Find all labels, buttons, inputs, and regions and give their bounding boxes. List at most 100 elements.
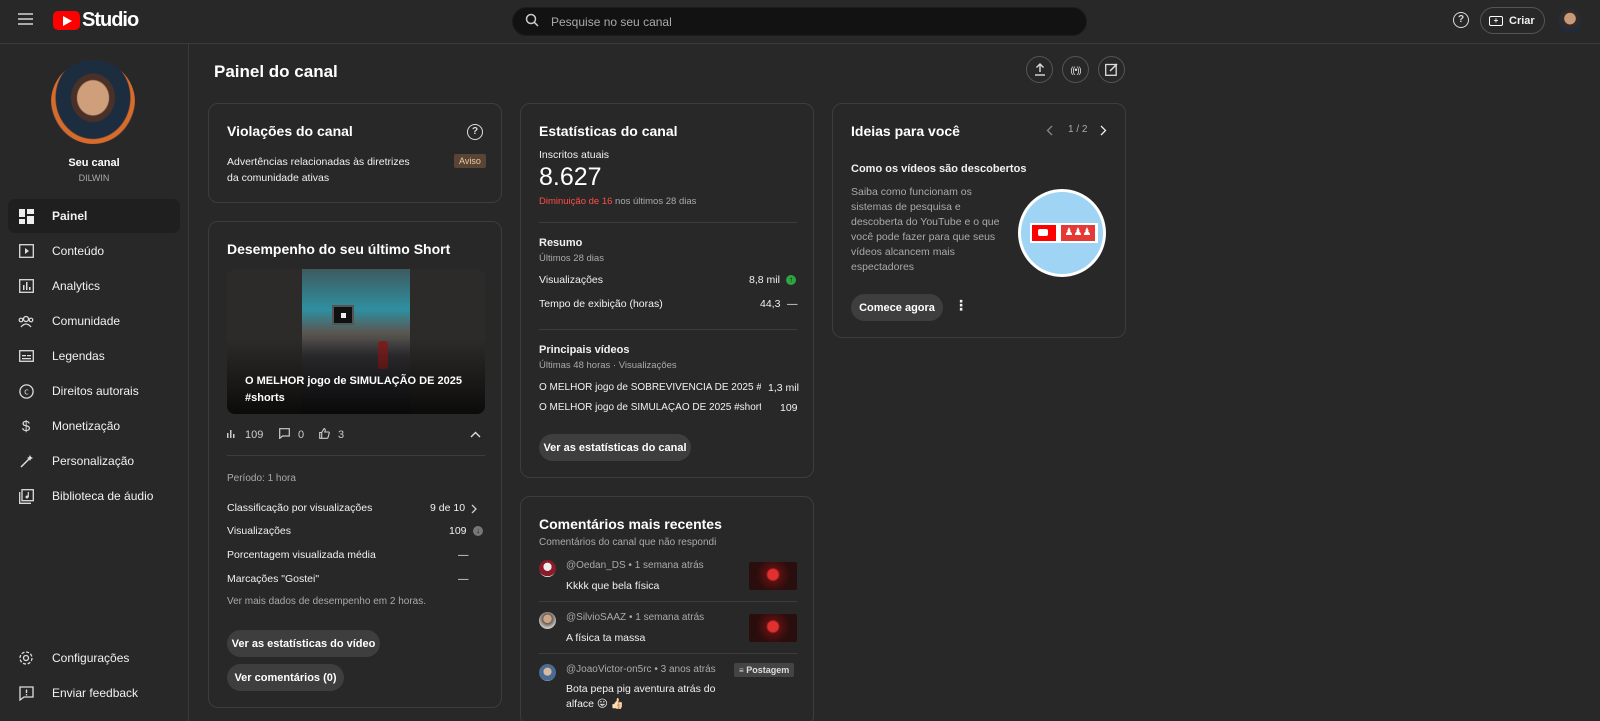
subscribers-count: 8.627: [539, 163, 602, 191]
create-button[interactable]: + Criar: [1480, 7, 1545, 34]
comment-video-thumbnail[interactable]: [749, 614, 797, 642]
account-avatar[interactable]: [1558, 9, 1582, 33]
avatar[interactable]: [539, 560, 556, 577]
top-video-title[interactable]: O MELHOR jogo de SOBREVIVENCIA DE 2025 #…: [539, 382, 761, 393]
sidebar-item-label: Painel: [52, 209, 88, 223]
summary-watchtime-value: 44,3: [760, 298, 781, 310]
youtube-icon: [53, 10, 80, 30]
sidebar-item-label: Conteúdo: [52, 244, 105, 258]
ranking-label: Classificação por visualizações: [227, 502, 373, 514]
sidebar-item-painel[interactable]: Painel: [8, 199, 180, 233]
channel-stats-button[interactable]: Ver as estatísticas do canal: [539, 434, 691, 461]
comment-time: • 1 semana atrás: [628, 560, 704, 571]
comment-text: Kkkk que bela física: [566, 580, 660, 592]
create-label: Criar: [1509, 14, 1535, 27]
sidebar-item-direitos-autorais[interactable]: c Direitos autorais: [8, 374, 180, 408]
comment-author[interactable]: @Oedan_DS: [566, 560, 626, 571]
top-videos-period: Últimas 48 horas · Visualizações: [539, 360, 677, 371]
summary-views-label: Visualizações: [539, 274, 604, 286]
channel-stats-card: Estatísticas do canal Inscritos atuais 8…: [520, 103, 814, 478]
violations-text[interactable]: Advertências relacionadas às diretrizes …: [227, 154, 417, 186]
sidebar-item-configuracoes[interactable]: Configurações: [8, 641, 180, 675]
sidebar-item-label: Comunidade: [52, 314, 121, 328]
sidebar-item-biblioteca-audio[interactable]: Biblioteca de áudio: [8, 479, 180, 513]
summary-watchtime-label: Tempo de exibição (horas): [539, 298, 663, 310]
feedback-icon: [18, 685, 34, 701]
trend-down-icon: ↓: [473, 526, 483, 536]
short-performance-card: Desempenho do seu último Short O MELHOR …: [208, 221, 502, 708]
chevron-right-icon[interactable]: [1100, 125, 1107, 139]
video-stats-button[interactable]: Ver as estatísticas do vídeo: [227, 630, 380, 657]
avg-percentage-value: —: [458, 549, 469, 561]
short-note: Ver mais dados de desempenho em 2 horas.: [227, 596, 427, 607]
ranking-value: 9 de 10: [430, 502, 466, 514]
sidebar-item-comunidade[interactable]: Comunidade: [8, 304, 180, 338]
page-title: Painel do canal: [214, 62, 338, 81]
short-video-title: O MELHOR jogo de SIMULAÇÃO DE 2025 #shor…: [245, 375, 462, 404]
avatar[interactable]: [539, 612, 556, 629]
chevron-right-icon[interactable]: [471, 503, 477, 517]
more-options-icon[interactable]: ⋮: [954, 297, 968, 314]
sidebar-item-enviar-feedback[interactable]: Enviar feedback: [8, 676, 180, 710]
top-video-title[interactable]: O MELHOR jogo de SIMULAÇÃO DE 2025 #shor…: [539, 402, 761, 413]
channel-avatar[interactable]: [51, 60, 135, 144]
live-icon: ((•)): [1070, 64, 1081, 75]
top-videos-title: Principais vídeos: [539, 344, 630, 356]
channel-name[interactable]: Seu canal: [0, 157, 188, 169]
edit-icon: [1105, 63, 1118, 76]
comments-title: Comentários mais recentes: [539, 516, 722, 532]
content-icon: [18, 243, 34, 259]
upload-button[interactable]: [1026, 56, 1053, 83]
monetization-icon: $: [21, 417, 31, 435]
sidebar-item-label: Configurações: [52, 651, 130, 665]
views-value: 109: [449, 525, 467, 537]
top-video-views: 1,3 mil: [768, 382, 799, 394]
sidebar-item-personalizacao[interactable]: Personalização: [8, 444, 180, 478]
summary-title: Resumo: [539, 237, 583, 249]
audience-icon: ♟♟♟: [1061, 225, 1095, 241]
sidebar-item-monetizacao[interactable]: $ Monetização: [8, 409, 180, 443]
comment-video-thumbnail[interactable]: [749, 562, 797, 590]
community-icon: [18, 313, 34, 329]
chevron-left-icon[interactable]: [1046, 125, 1053, 139]
top-video-views: 109: [780, 402, 798, 414]
trend-up-icon: ↑: [786, 275, 796, 285]
sidebar-item-label: Legendas: [52, 349, 105, 363]
recent-comments-card: Comentários mais recentes Comentários do…: [520, 496, 814, 721]
sidebar-item-analytics[interactable]: Analytics: [8, 269, 180, 303]
comment-author[interactable]: @JoaoVictor-on5rc: [566, 664, 652, 675]
search-bar[interactable]: [512, 7, 1087, 36]
trend-neutral-icon: —: [787, 298, 798, 310]
search-input[interactable]: [551, 14, 1051, 29]
comment-text: A física ta massa: [566, 632, 646, 644]
short-thumbnail[interactable]: O MELHOR jogo de SIMULAÇÃO DE 2025 #shor…: [227, 269, 485, 414]
warning-badge: Aviso: [454, 154, 486, 168]
comment-text: Bota pepa pig aventura atrás do alface 😛…: [566, 683, 716, 710]
help-icon[interactable]: ?: [467, 124, 483, 140]
thumbs-up-icon: [319, 428, 330, 442]
short-card-title: Desempenho do seu último Short: [227, 241, 451, 257]
sidebar-item-legendas[interactable]: Legendas: [8, 339, 180, 373]
short-views-stat: 109: [227, 428, 263, 441]
comment-author[interactable]: @SilvioSAAZ: [566, 612, 626, 623]
studio-logo[interactable]: Studio: [53, 8, 139, 31]
short-period: Período: 1 hora: [227, 473, 296, 484]
stats-title: Estatísticas do canal: [539, 123, 678, 139]
search-icon[interactable]: [513, 13, 551, 30]
comments-subtitle: Comentários do canal que não respondi: [539, 537, 717, 548]
avatar[interactable]: [539, 664, 556, 681]
view-comments-button[interactable]: Ver comentários (0): [227, 664, 344, 691]
go-live-button[interactable]: ((•)): [1062, 56, 1089, 83]
help-icon[interactable]: ?: [1453, 12, 1469, 28]
svg-text:c: c: [24, 387, 29, 397]
views-label: Visualizações: [227, 525, 292, 537]
get-started-button[interactable]: Comece agora: [851, 294, 943, 321]
ideas-pager: 1 / 2: [1068, 124, 1088, 135]
avg-percentage-label: Porcentagem visualizada média: [227, 549, 376, 561]
create-post-button[interactable]: [1098, 56, 1125, 83]
logo-text: Studio: [82, 8, 139, 31]
ideas-heading: Como os vídeos são descobertos: [851, 163, 1027, 175]
sidebar-item-conteudo[interactable]: Conteúdo: [8, 234, 180, 268]
menu-icon[interactable]: [18, 13, 33, 25]
collapse-chevron-icon[interactable]: [470, 427, 481, 441]
